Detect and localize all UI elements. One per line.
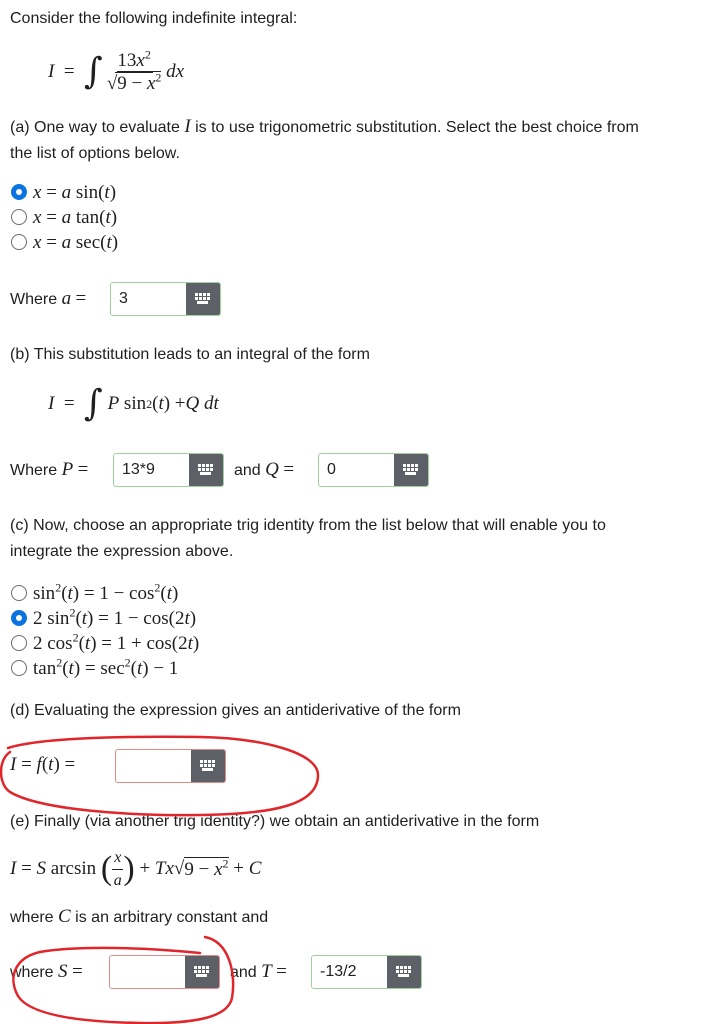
p-answer-value: 13*9 bbox=[122, 461, 155, 478]
and-q-label: and Q = bbox=[234, 459, 295, 480]
math-keyboard-icon[interactable] bbox=[186, 283, 220, 315]
part-a-prompt: (a) One way to evaluate I is to use trig… bbox=[10, 116, 639, 162]
option-a-tan: x = a tan(t) bbox=[33, 207, 118, 228]
where-s-label: where S = bbox=[10, 961, 83, 982]
part-e-prompt: (e) Finally (via another trig identity?)… bbox=[10, 813, 540, 830]
radio-c-identity-3[interactable] bbox=[11, 635, 27, 651]
s-answer-value bbox=[110, 956, 185, 988]
option-c-identity-1: sin2(t) = 1 − cos2(t) bbox=[33, 580, 179, 604]
math-keyboard-icon[interactable] bbox=[191, 750, 225, 782]
math-keyboard-icon[interactable] bbox=[185, 956, 219, 988]
and-t-label: and T = bbox=[230, 961, 287, 982]
radio-a-tan[interactable] bbox=[11, 209, 27, 225]
a-answer-value: 3 bbox=[119, 290, 128, 307]
math-keyboard-icon[interactable] bbox=[189, 454, 223, 486]
radio-a-sec[interactable] bbox=[11, 234, 27, 250]
f-answer-field[interactable] bbox=[115, 749, 226, 783]
a-answer-field[interactable]: 3 bbox=[110, 282, 221, 316]
p-answer-field[interactable]: 13*9 bbox=[113, 453, 224, 487]
t-answer-field[interactable]: -13/2 bbox=[311, 955, 422, 989]
part-b-prompt: (b) This substitution leads to an integr… bbox=[10, 346, 370, 363]
q-answer-field[interactable]: 0 bbox=[318, 453, 429, 487]
option-c-identity-4: tan2(t) = sec2(t) − 1 bbox=[33, 655, 179, 679]
f-answer-value bbox=[116, 750, 191, 782]
math-keyboard-icon[interactable] bbox=[387, 956, 421, 988]
t-answer-value: -13/2 bbox=[320, 963, 357, 980]
where-p-label: Where P = bbox=[10, 459, 89, 480]
radio-c-identity-4[interactable] bbox=[11, 660, 27, 676]
q-answer-value: 0 bbox=[327, 461, 336, 478]
radio-c-identity-2[interactable] bbox=[11, 610, 27, 626]
where-a-label: Where a = bbox=[10, 288, 87, 309]
option-c-identity-3: 2 cos2(t) = 1 + cos(2t) bbox=[33, 630, 200, 654]
where-c-text: where C is an arbitrary constant and bbox=[10, 906, 269, 927]
part-c-prompt: (c) Now, choose an appropriate trig iden… bbox=[10, 517, 606, 560]
part-d-prompt: (d) Evaluating the expression gives an a… bbox=[10, 702, 461, 719]
part-b-form: I = ∫ P sin 2(t) + Q dt bbox=[48, 383, 219, 424]
part-e-form: I = S arcsin (x a) + Tx √ 9 − x2 + C bbox=[10, 848, 262, 889]
integral-expression: I = ∫ 13x2 √9 − x2 dx bbox=[48, 47, 185, 94]
math-keyboard-icon[interactable] bbox=[394, 454, 428, 486]
radio-a-sin[interactable] bbox=[11, 184, 27, 200]
radio-c-identity-1[interactable] bbox=[11, 585, 27, 601]
f-of-t-label: I = f(t) = bbox=[10, 754, 76, 775]
s-answer-field[interactable] bbox=[109, 955, 220, 989]
intro-text: Consider the following indefinite integr… bbox=[10, 10, 298, 27]
option-c-identity-2: 2 sin2(t) = 1 − cos(2t) bbox=[33, 605, 197, 629]
option-a-sin: x = a sin(t) bbox=[33, 182, 117, 203]
option-a-sec: x = a sec(t) bbox=[33, 232, 119, 253]
